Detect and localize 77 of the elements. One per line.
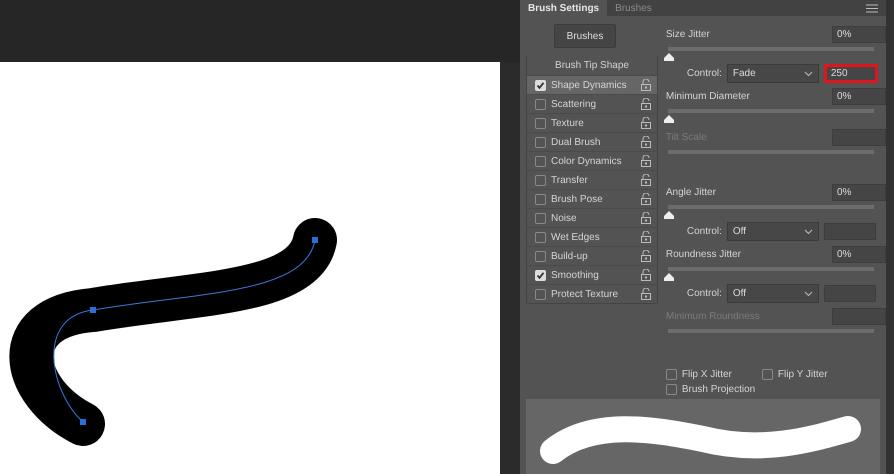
value-field[interactable]: 0% (832, 184, 886, 201)
checkbox[interactable] (535, 156, 546, 166)
checkbox[interactable] (535, 118, 546, 128)
control-label: Control: (686, 226, 722, 237)
option-item[interactable]: Transfer (527, 170, 657, 189)
lock-icon[interactable] (641, 79, 651, 91)
checkbox-option[interactable]: Brush Projection (666, 384, 756, 395)
lock-icon[interactable] (641, 98, 651, 110)
option-item[interactable]: Wet Edges (527, 227, 657, 246)
option-label: Wet Edges (551, 232, 601, 242)
checkbox-option[interactable]: Flip X Jitter (666, 369, 732, 380)
checkbox[interactable] (535, 194, 546, 204)
slider-thumb[interactable] (664, 273, 674, 281)
slider-thumb[interactable] (664, 115, 674, 123)
option-label: Color Dynamics (551, 156, 623, 166)
setting-label: Roundness Jitter (666, 249, 741, 260)
checkbox[interactable] (535, 98, 546, 110)
slider-thumb[interactable] (664, 211, 674, 219)
amount-field[interactable]: 250 (824, 64, 878, 83)
option-label: Brush Pose (551, 194, 604, 204)
lock-icon[interactable] (641, 212, 651, 224)
lock-icon[interactable] (641, 174, 651, 186)
option-label: Noise (551, 212, 578, 224)
chevron-down-icon (804, 228, 813, 234)
control-dropdown[interactable]: Off (726, 222, 819, 241)
option-label: Smoothing (551, 270, 600, 280)
lock-icon[interactable] (641, 193, 651, 205)
option-item[interactable]: Smoothing (527, 265, 657, 284)
chevron-down-icon (804, 70, 813, 76)
option-label: Build-up (551, 250, 589, 262)
option-item[interactable]: Scattering (527, 94, 657, 113)
lock-icon[interactable] (641, 269, 651, 281)
option-item[interactable]: Color Dynamics (527, 151, 657, 170)
value-field[interactable]: 0% (832, 246, 886, 263)
option-item[interactable]: Protect Texture (527, 284, 657, 303)
slider-thumb[interactable] (664, 53, 674, 61)
setting-label: Size Jitter (666, 29, 710, 40)
checkbox[interactable] (535, 174, 546, 186)
control-label: Control: (686, 288, 722, 299)
option-label: Dual Brush (551, 136, 602, 148)
control-label: Control: (686, 68, 722, 79)
option-label: Scattering (551, 98, 598, 110)
option-label: Protect Texture (551, 288, 620, 300)
value-field[interactable]: 0% (832, 88, 886, 105)
option-item[interactable]: Brush Pose (527, 189, 657, 208)
option-label: Transfer (551, 174, 589, 186)
chevron-down-icon (804, 290, 813, 296)
lock-icon[interactable] (641, 117, 651, 129)
checkbox[interactable] (535, 136, 546, 148)
lock-icon[interactable] (641, 155, 651, 167)
checkbox[interactable] (535, 232, 546, 242)
checkbox[interactable] (535, 250, 546, 262)
setting-label: Angle Jitter (666, 187, 716, 198)
control-dropdown[interactable]: Fade (726, 64, 819, 83)
option-item[interactable]: Noise (527, 208, 657, 227)
option-item[interactable]: Build-up (527, 246, 657, 265)
lock-icon[interactable] (641, 231, 651, 243)
setting-label: Minimum Diameter (666, 91, 750, 102)
value-field[interactable]: 0% (832, 26, 886, 43)
brushes-button[interactable]: Brushes (554, 24, 616, 48)
option-item[interactable]: Dual Brush (527, 132, 657, 151)
panel-menu-icon[interactable] (866, 4, 878, 12)
value-field[interactable] (832, 308, 886, 325)
checkbox-option[interactable]: Flip Y Jitter (762, 369, 828, 380)
lock-icon[interactable] (641, 250, 651, 262)
checkbox[interactable] (535, 288, 546, 300)
option-item[interactable]: Shape Dynamics (527, 75, 657, 94)
option-item[interactable]: Texture (527, 113, 657, 132)
panel-tab[interactable]: Brush Settings (520, 0, 608, 16)
lock-icon[interactable] (641, 288, 651, 300)
lock-icon[interactable] (641, 136, 651, 148)
list-heading[interactable]: Brush Tip Shape (527, 56, 657, 75)
value-field[interactable] (832, 129, 886, 146)
checkbox[interactable] (535, 212, 546, 224)
control-dropdown[interactable]: Off (726, 284, 819, 303)
option-label: Shape Dynamics (551, 80, 628, 90)
option-label: Texture (551, 118, 585, 128)
